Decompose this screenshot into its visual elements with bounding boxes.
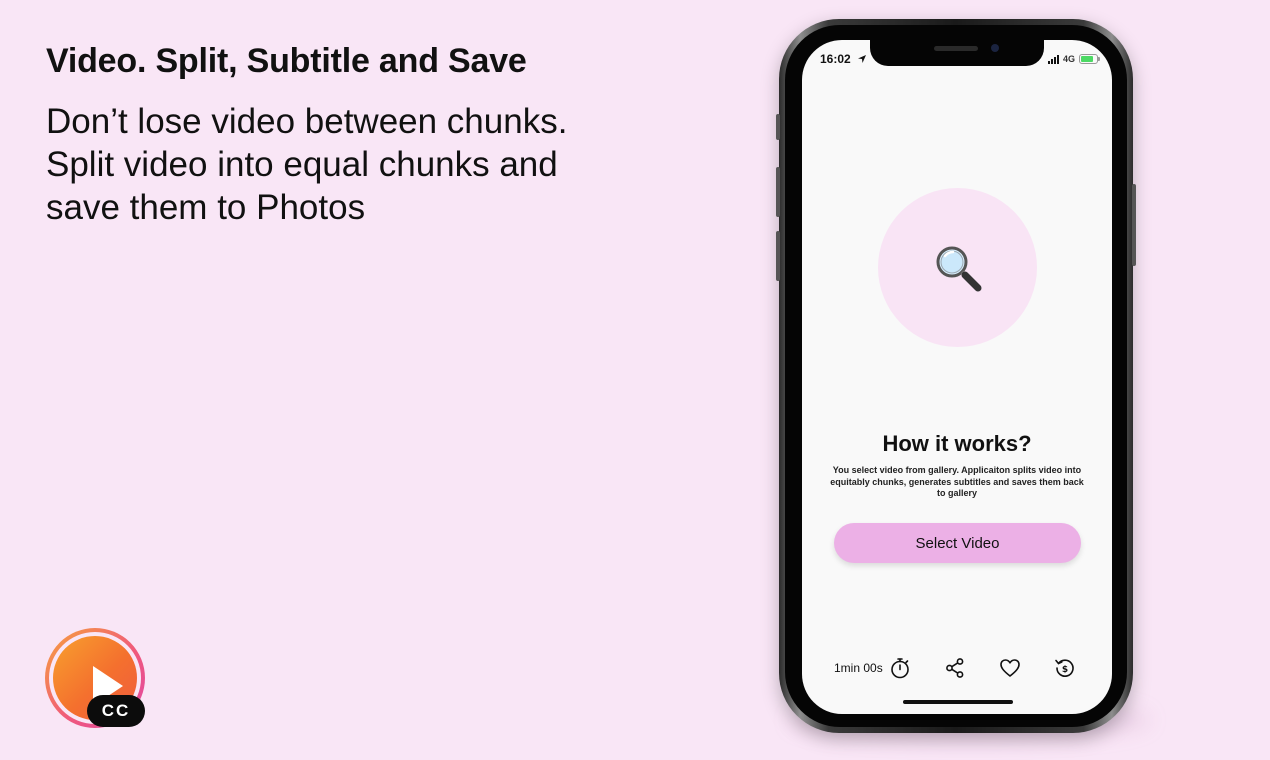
svg-text:$: $ xyxy=(1062,665,1068,675)
silent-switch xyxy=(776,114,780,140)
promo-headline: Video. Split, Subtitle and Save xyxy=(46,42,527,80)
chunk-duration-label[interactable]: 1min 00s xyxy=(834,661,883,675)
share-icon[interactable] xyxy=(943,656,967,680)
how-it-works-title: How it works? xyxy=(882,431,1032,456)
front-camera xyxy=(991,44,999,52)
signal-bars-icon xyxy=(1047,54,1059,64)
volume-up-button xyxy=(776,167,780,217)
volume-down-button xyxy=(776,231,780,281)
promo-subcopy-line: Split video into equal chunks and xyxy=(46,145,558,184)
home-indicator[interactable] xyxy=(903,700,1013,704)
status-indicators: 4G xyxy=(1047,52,1100,66)
app-logo: CC xyxy=(45,628,145,728)
heart-icon[interactable] xyxy=(998,656,1022,680)
app-screen: 16:02 4G How it works? You select video … xyxy=(802,40,1112,714)
hero-circle xyxy=(878,188,1037,347)
how-it-works-description: You select video from gallery. Applicait… xyxy=(830,465,1084,498)
promo-subcopy-line: save them to Photos xyxy=(46,188,366,227)
promo-subcopy-line: Don’t lose video between chunks. xyxy=(46,102,568,141)
promo-subcopy: Don’t lose video between chunks. Split v… xyxy=(46,100,646,229)
bottom-toolbar: 1min 00s $ xyxy=(802,652,1112,684)
select-video-button[interactable]: Select Video xyxy=(834,523,1081,563)
location-arrow-icon xyxy=(858,55,866,63)
magnifying-glass-icon xyxy=(936,246,982,292)
power-button xyxy=(1132,184,1136,266)
notch xyxy=(870,40,1044,66)
cc-badge: CC xyxy=(87,695,145,727)
battery-charging-icon xyxy=(1079,54,1100,64)
network-label: 4G xyxy=(1062,54,1075,64)
restore-purchase-icon[interactable]: $ xyxy=(1053,656,1077,680)
status-time: 16:02 xyxy=(820,52,851,66)
timer-icon[interactable] xyxy=(888,656,912,680)
